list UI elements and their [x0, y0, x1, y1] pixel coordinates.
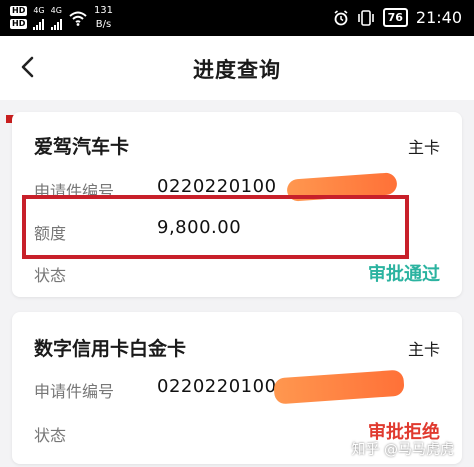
status-approved-badge: 审批通过: [368, 264, 440, 285]
highlight-box: [22, 195, 409, 259]
network-top-group: 4G: [33, 5, 45, 30]
application-number-value: 0220220100: [157, 176, 277, 197]
battery-icon: 76: [382, 8, 408, 27]
status-bar: HD HD 4G 4G 131 B/s 76 21:40: [0, 0, 474, 36]
network-speed: 131 B/s: [94, 5, 113, 30]
vibrate-icon: [357, 9, 374, 26]
watermark: 知乎 @马马虎虎: [351, 442, 454, 458]
status-right-group: 76 21:40: [333, 8, 462, 27]
speed-unit: B/s: [95, 19, 112, 30]
page-title: 进度查询: [193, 58, 281, 82]
signal-icon: [50, 18, 62, 30]
card-title: 爱驾汽车卡: [34, 136, 130, 158]
status-label: 状态: [34, 426, 67, 445]
page-header: 进度查询: [0, 36, 474, 100]
speed-value: 131: [93, 5, 114, 16]
network-type-top: 4G: [33, 5, 45, 15]
sim-indicators: HD HD: [10, 6, 28, 29]
status-label: 状态: [34, 266, 67, 285]
card-title: 数字信用卡白金卡: [34, 338, 187, 360]
redaction-scribble: [273, 369, 405, 405]
card-type-tag: 主卡: [407, 138, 440, 157]
clock: 21:40: [415, 8, 462, 27]
network-type-bottom: 4G: [50, 5, 62, 15]
status-left-group: HD HD 4G 4G 131 B/s: [10, 5, 113, 30]
card-type-tag: 主卡: [407, 340, 440, 359]
wifi-icon: [69, 11, 87, 26]
application-number-value: 0220220100: [157, 376, 277, 397]
hd-badge-top: HD: [10, 6, 28, 16]
hd-badge-bottom: HD: [10, 19, 28, 29]
signal-icon: [33, 18, 45, 30]
network-bottom-group: 4G: [50, 5, 62, 30]
alarm-icon: [334, 9, 348, 25]
application-number-label: 申请件编号: [34, 382, 115, 401]
